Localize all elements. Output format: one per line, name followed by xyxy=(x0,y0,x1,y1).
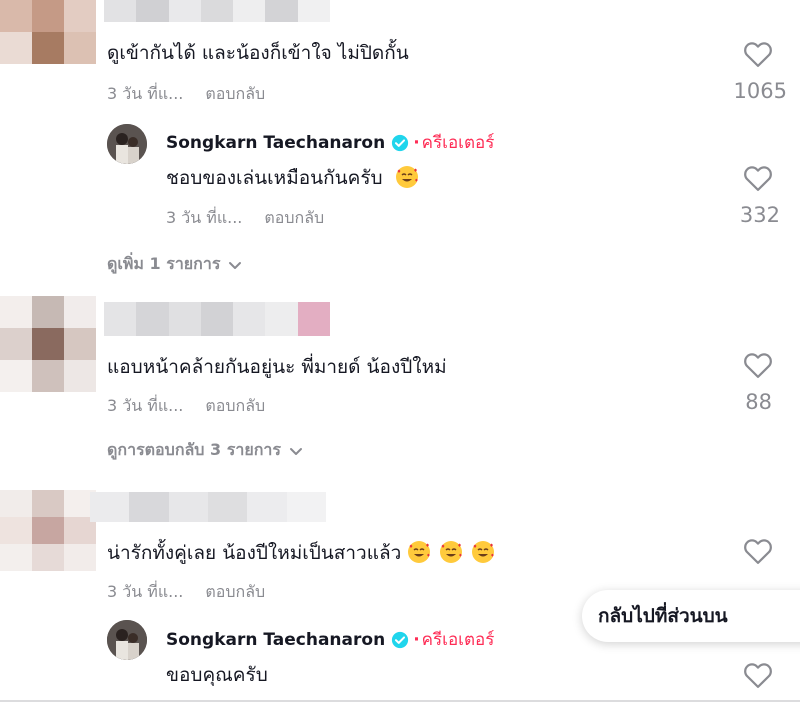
username-blurred[interactable] xyxy=(104,0,330,22)
reply-author[interactable]: Songkarn Taechanaron · ครีเอเตอร์ xyxy=(166,129,494,156)
comment-meta: 3 วัน ที่แ... ตอบกลับ xyxy=(107,394,265,419)
creator-badge: ครีเอเตอร์ xyxy=(421,133,495,153)
comment-meta: 3 วัน ที่แ... ตอบกลับ xyxy=(107,82,265,107)
chevron-down-icon xyxy=(229,261,242,269)
like-count: 332 xyxy=(739,203,780,227)
author-name[interactable]: Songkarn Taechanaron xyxy=(166,630,385,650)
view-more-label[interactable]: ดูการตอบกลับ 3 รายการ xyxy=(107,438,281,463)
creator-avatar[interactable] xyxy=(107,124,147,164)
avatar-blurred[interactable] xyxy=(0,0,96,64)
reply-text: ชอบของเล่นเหมือนกันครับ xyxy=(166,163,419,193)
view-more-label[interactable]: ดูเพิ่ม 1 รายการ xyxy=(107,252,220,277)
heart-icon[interactable] xyxy=(743,537,773,565)
view-more-replies[interactable]: ดูเพิ่ม 1 รายการ xyxy=(107,252,244,277)
heart-icon[interactable] xyxy=(743,351,773,379)
back-to-top-button[interactable]: กลับไปที่ส่วนบน xyxy=(582,590,800,642)
back-to-top-label[interactable]: กลับไปที่ส่วนบน xyxy=(598,601,728,631)
heart-icon[interactable] xyxy=(743,661,773,689)
reply-button[interactable]: ตอบกลับ xyxy=(205,396,265,415)
comment-time: 3 วัน ที่แ... xyxy=(107,582,184,601)
verified-icon xyxy=(392,631,409,648)
reply-button[interactable]: ตอบกลับ xyxy=(264,208,324,227)
avatar-blurred[interactable] xyxy=(0,490,96,571)
author-name[interactable]: Songkarn Taechanaron xyxy=(166,133,385,153)
comment-text: น่ารักทั้งคู่เลย น้องปีใหม่เป็นสาวแล้ว xyxy=(107,538,495,568)
heart-icon[interactable] xyxy=(743,164,773,192)
like-count: 88 xyxy=(745,390,772,414)
creator-avatar[interactable] xyxy=(107,620,147,660)
chevron-down-icon xyxy=(289,447,302,455)
separator-dot: · xyxy=(413,629,420,650)
reply-time: 3 วัน ที่แ... xyxy=(166,208,243,227)
separator-dot: · xyxy=(413,132,420,153)
divider xyxy=(0,700,800,702)
reply-meta: 3 วัน ที่แ... ตอบกลับ xyxy=(166,206,324,231)
verified-icon xyxy=(392,134,409,151)
avatar-blurred[interactable] xyxy=(0,296,96,392)
comment-text: แอบหน้าคล้ายกันอยู่นะ พี่มายด์ น้องปีใหม… xyxy=(107,356,447,378)
reply-text: ขอบคุณครับ xyxy=(166,664,268,686)
reply-text-content: ชอบของเล่นเหมือนกันครับ xyxy=(166,167,383,189)
reply-button[interactable]: ตอบกลับ xyxy=(205,84,265,103)
creator-badge: ครีเอเตอร์ xyxy=(421,630,495,650)
like-count: 1065 xyxy=(733,79,787,103)
reply-button[interactable]: ตอบกลับ xyxy=(205,582,265,601)
comment-time: 3 วัน ที่แ... xyxy=(107,396,184,415)
username-blurred[interactable] xyxy=(104,302,330,336)
comment-meta: 3 วัน ที่แ... ตอบกลับ xyxy=(107,580,265,605)
smiling-face-with-hearts-icon xyxy=(408,541,431,563)
heart-icon[interactable] xyxy=(743,40,773,68)
smiling-face-with-hearts-icon xyxy=(440,541,463,563)
username-blurred[interactable] xyxy=(90,492,326,522)
comment-text-content: น่ารักทั้งคู่เลย น้องปีใหม่เป็นสาวแล้ว xyxy=(107,542,402,564)
reply-author[interactable]: Songkarn Taechanaron · ครีเอเตอร์ xyxy=(166,626,494,653)
view-more-replies[interactable]: ดูการตอบกลับ 3 รายการ xyxy=(107,438,305,463)
comment-time: 3 วัน ที่แ... xyxy=(107,84,184,103)
smiling-face-with-hearts-icon xyxy=(472,541,495,563)
comment-text: ดูเข้ากันได้ และน้องก็เข้าใจ ไม่ปิดกั้น xyxy=(107,42,409,64)
smiling-face-with-hearts-icon xyxy=(395,166,418,188)
